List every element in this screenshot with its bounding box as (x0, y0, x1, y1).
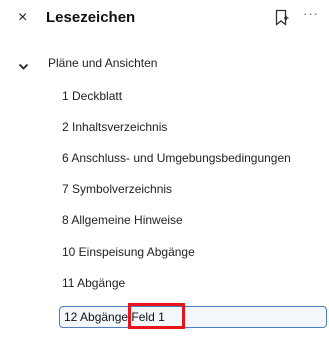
panel-title: Lesezeichen (46, 9, 136, 26)
bookmark-item[interactable]: 8 Allgemeine Hinweise (62, 210, 183, 230)
close-icon[interactable]: × (18, 9, 27, 27)
bookmark-group-label: Pläne und Ansichten (48, 56, 158, 70)
more-options-icon[interactable]: ··· (303, 6, 319, 21)
add-bookmark-icon[interactable] (275, 9, 289, 26)
chevron-down-icon[interactable] (18, 58, 29, 70)
bookmark-item[interactable]: 10 Einspeisung Abgänge (62, 242, 195, 262)
bookmark-item[interactable]: 1 Deckblatt (62, 86, 122, 106)
bookmark-item[interactable]: 2 Inhaltsverzeichnis (62, 117, 167, 137)
selected-label-prefix: 12 Abgänge (64, 310, 129, 324)
bookmark-item[interactable]: 11 Abgänge (62, 273, 125, 293)
bookmark-item[interactable]: 6 Anschluss- und Umgebungsbedingungen (62, 148, 291, 168)
bookmark-group[interactable]: Pläne und Ansichten (0, 52, 329, 76)
annotation-highlight-box (128, 303, 185, 329)
bookmark-item[interactable]: 7 Symbolverzeichnis (62, 179, 172, 199)
panel-header: × Lesezeichen ··· (0, 0, 329, 36)
